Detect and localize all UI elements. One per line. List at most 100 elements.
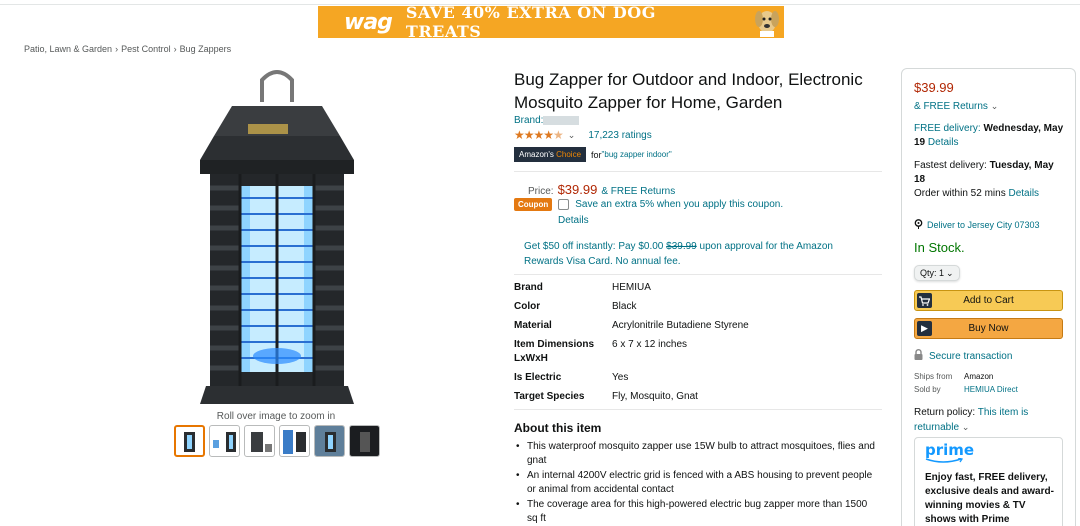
divider <box>514 409 882 410</box>
divider <box>514 171 882 172</box>
coupon-text[interactable]: Save an extra 5% when you apply this cou… <box>575 199 783 210</box>
prime-logo: prime <box>925 441 974 463</box>
add-to-cart-label: Add to Cart <box>963 295 1014 306</box>
sold-by-label: Sold by <box>914 385 941 394</box>
buybox-returns: & FREE Returns ⌄ <box>914 99 998 114</box>
price-row: Price: $39.99 & FREE Returns <box>528 182 675 197</box>
returns-chevron-icon[interactable]: ⌄ <box>991 101 999 111</box>
spec-row-species: Target Species Fly, Mosquito, Gnat <box>514 390 874 409</box>
rating-chevron-icon[interactable]: ⌄ <box>568 130 576 141</box>
spec-key: Item Dimensions LxWxH <box>514 339 595 364</box>
choice-badge-word: Choice <box>556 150 582 159</box>
stock-status: In Stock. <box>914 240 965 255</box>
choice-for-label: for <box>591 149 602 160</box>
buybox-delivery: FREE delivery: Wednesday, May 19 Details <box>914 122 1066 150</box>
prime-promo-text: Enjoy fast, FREE delivery, exclusive dea… <box>925 472 1054 525</box>
product-main-image[interactable] <box>170 66 384 411</box>
spec-value: Acrylonitrile Butadiene Styrene <box>612 320 749 331</box>
sold-by-row: Sold by HEMIUA Direct <box>914 383 1018 396</box>
coupon-row: Coupon Save an extra 5% when you apply t… <box>514 198 783 211</box>
breadcrumb-patio[interactable]: Patio, Lawn & Garden <box>24 44 112 54</box>
breadcrumb-pest-control[interactable]: Pest Control <box>121 44 171 54</box>
thumbnail-5[interactable] <box>314 425 345 457</box>
star-rating-icon[interactable]: ★★★★★ <box>514 128 564 142</box>
spec-row-color: Color Black <box>514 300 874 319</box>
buy-now-button[interactable]: ▶ Buy Now <box>914 318 1063 339</box>
ships-from-row: Ships from Amazon <box>914 370 1018 383</box>
promo-banner[interactable]: wag SAVE 40% EXTRA ON DOG TREATS <box>318 3 784 41</box>
buybox-fastest-delivery: Fastest delivery: Tuesday, May 18 Order … <box>914 159 1066 201</box>
ships-from-value: Amazon <box>964 372 994 381</box>
chevron-down-icon: ⌄ <box>946 267 954 278</box>
prime-smile-icon <box>925 458 964 463</box>
location-pin-icon <box>914 219 923 231</box>
breadcrumb-bug-zappers[interactable]: Bug Zappers <box>180 44 232 54</box>
brand-label: Brand: <box>514 115 544 126</box>
rewards-card-offer[interactable]: Get $50 off instantly: Pay $0.00 $39.99 … <box>524 239 864 269</box>
buybox-price: $39.99 <box>914 80 954 95</box>
about-list: This waterproof mosquito zapper use 15W … <box>514 440 880 526</box>
spec-row-dimensions: Item Dimensions LxWxH 6 x 7 x 12 inches <box>514 338 874 371</box>
spec-value: HEMIUA <box>612 282 651 293</box>
return-chevron-icon[interactable]: ⌄ <box>962 422 970 432</box>
brand-name-redacted <box>543 115 580 125</box>
thumbnail-strip <box>174 425 380 457</box>
delivery-details-link[interactable]: Details <box>928 137 959 148</box>
rewards-strike-price: $39.99 <box>666 241 697 252</box>
ships-from-label: Ships from <box>914 372 953 381</box>
secure-transaction-text: Secure transaction <box>929 350 1013 362</box>
spec-value: Yes <box>612 372 629 383</box>
dog-icon <box>750 7 784 37</box>
free-delivery-label[interactable]: FREE delivery: <box>914 123 983 134</box>
amazons-choice-badge[interactable]: Amazon's Choice <box>514 147 587 162</box>
spec-value: Fly, Mosquito, Gnat <box>612 391 698 402</box>
play-icon: ▶ <box>917 321 932 336</box>
spec-key: Brand <box>514 282 543 293</box>
spec-key: Material <box>514 320 552 331</box>
thumbnail-6[interactable] <box>349 425 380 457</box>
fastest-delivery-label: Fastest delivery: <box>914 160 990 171</box>
choice-query-link[interactable]: "bug zapper indoor" <box>602 150 672 159</box>
coupon-details-link[interactable]: Details <box>558 215 589 226</box>
thumbnail-3[interactable] <box>244 425 275 457</box>
spec-row-electric: Is Electric Yes <box>514 371 874 390</box>
brand-link[interactable]: Brand: <box>514 115 580 126</box>
spec-row-brand: Brand HEMIUA <box>514 281 874 300</box>
thumbnail-4[interactable] <box>279 425 310 457</box>
seller-link[interactable]: HEMIUA Direct <box>964 385 1018 394</box>
lock-icon <box>914 349 923 363</box>
about-title: About this item <box>514 421 602 435</box>
add-to-cart-button[interactable]: Add to Cart <box>914 290 1063 311</box>
thumbnail-2[interactable] <box>209 425 240 457</box>
quantity-select[interactable]: Qty: 1 ⌄ <box>914 265 960 281</box>
breadcrumb-separator: › <box>173 44 177 54</box>
about-item: The coverage area for this high-powered … <box>514 498 880 526</box>
price-value: $39.99 <box>557 182 598 197</box>
ships-sold-info: Ships from Amazon Sold by HEMIUA Direct <box>914 370 1018 396</box>
breadcrumb-separator: › <box>115 44 119 54</box>
divider <box>514 274 882 275</box>
choice-badge-prefix: Amazon's <box>519 150 557 159</box>
spec-value: 6 x 7 x 12 inches <box>612 339 688 350</box>
deliver-to-link[interactable]: Deliver to Jersey City 07303 <box>914 219 1040 231</box>
product-title: Bug Zapper for Outdoor and Indoor, Elect… <box>514 70 863 112</box>
ratings-count-link[interactable]: 17,223 ratings <box>588 130 651 141</box>
cart-icon <box>917 293 932 308</box>
free-returns-link[interactable]: & FREE Returns <box>601 186 675 197</box>
return-policy: Return policy: This item is returnable ⌄ <box>914 406 1064 435</box>
spec-value: Black <box>612 301 637 312</box>
buybox-returns-link[interactable]: & FREE Returns <box>914 101 988 112</box>
return-policy-label: Return policy: <box>914 407 978 418</box>
price-label: Price: <box>528 186 554 197</box>
spec-key: Is Electric <box>514 372 562 383</box>
zoom-hint: Roll over image to zoom in <box>216 411 336 422</box>
coupon-badge: Coupon <box>514 198 553 211</box>
fast-details-link[interactable]: Details <box>1008 188 1039 199</box>
spec-key: Target Species <box>514 391 585 402</box>
coupon-checkbox[interactable] <box>558 199 570 210</box>
spec-key: Color <box>514 301 541 312</box>
thumbnail-1[interactable] <box>174 425 205 457</box>
product-specs-table: Brand HEMIUA Color Black Material Acrylonit… <box>514 281 874 409</box>
secure-transaction-link[interactable]: Secure transaction <box>914 349 1012 363</box>
amazons-choice-row: Amazon's Choice for "bug zapper indoor" <box>514 147 672 162</box>
